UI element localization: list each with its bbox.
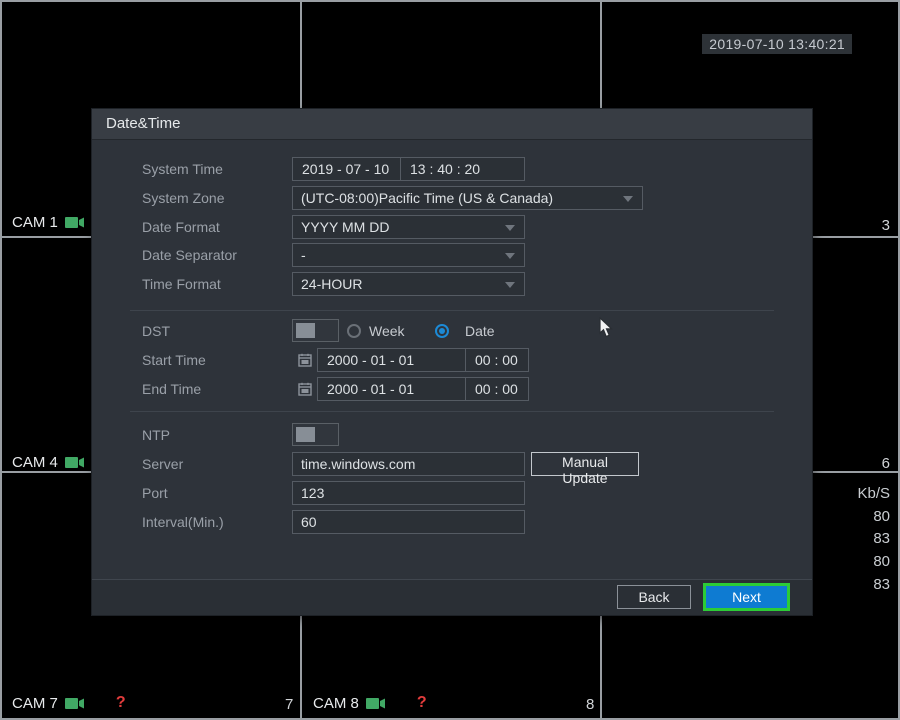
time-format-value: 24-HOUR: [301, 276, 363, 292]
camera-name: CAM 4: [12, 453, 58, 471]
back-button[interactable]: Back: [617, 585, 691, 609]
date-separator-select[interactable]: -: [292, 243, 525, 267]
camera-label-cam7: CAM 7 ?: [12, 694, 126, 712]
dst-date-label: Date: [465, 323, 495, 339]
system-time-label: System Time: [142, 161, 223, 177]
interval-label: Interval(Min.): [142, 514, 224, 530]
date-time-dialog: Date&Time System Time System Zone Date F…: [92, 109, 812, 615]
system-time-input[interactable]: 2019 - 07 - 10 13 : 40 : 20: [292, 157, 525, 181]
video-camera-icon: [64, 456, 84, 468]
manual-update-button[interactable]: Manual Update: [531, 452, 639, 486]
dst-week-radio[interactable]: [347, 324, 361, 338]
dst-start-time-input[interactable]: 2000 - 01 - 01 00 : 00: [317, 348, 529, 372]
calendar-icon: [298, 353, 312, 367]
end-time-label: End Time: [142, 381, 202, 397]
date-format-select[interactable]: YYYY MM DD: [292, 215, 525, 239]
next-button[interactable]: Next: [703, 583, 790, 611]
bitrate-panel: Kb/S 80 83 80 83: [857, 483, 890, 597]
toggle-knob: [296, 427, 315, 442]
ntp-server-input[interactable]: time.windows.com: [292, 452, 525, 476]
no-signal-icon: ?: [115, 694, 126, 711]
camera-name: CAM 1: [12, 213, 58, 231]
system-zone-value: (UTC-08:00)Pacific Time (US & Canada): [301, 190, 554, 206]
date-format-value: YYYY MM DD: [301, 219, 390, 235]
end-clock-value[interactable]: 00 : 00: [466, 381, 518, 397]
ntp-interval-input[interactable]: 60: [292, 510, 525, 534]
system-date-value[interactable]: 2019 - 07 - 10: [293, 161, 400, 177]
dst-date-radio[interactable]: [435, 324, 449, 338]
channel-number: 3: [881, 217, 890, 234]
start-date-value[interactable]: 2000 - 01 - 01: [318, 352, 465, 368]
start-time-label: Start Time: [142, 352, 206, 368]
dst-toggle[interactable]: [292, 319, 339, 342]
date-separator-value: -: [301, 247, 306, 263]
video-camera-icon: [64, 697, 84, 709]
system-clock-value[interactable]: 13 : 40 : 20: [401, 161, 480, 177]
server-label: Server: [142, 456, 184, 472]
dvr-screen: 2019-07-10 13:40:21 CAM 1 ? 3 CAM 4 ? 6 …: [0, 0, 900, 720]
start-clock-value[interactable]: 00 : 00: [466, 352, 518, 368]
ntp-label: NTP: [142, 427, 170, 443]
camera-name: CAM 7: [12, 694, 58, 712]
chevron-down-icon: [623, 196, 633, 202]
bitrate-header: Kb/S: [857, 485, 890, 502]
ntp-port-input[interactable]: 123: [292, 481, 525, 505]
bitrate-value: 83: [873, 575, 890, 593]
date-separator-label: Date Separator: [142, 247, 237, 263]
bitrate-value: 80: [873, 507, 890, 525]
system-timestamp: 2019-07-10 13:40:21: [702, 34, 852, 54]
dst-week-label: Week: [369, 323, 405, 339]
time-format-select[interactable]: 24-HOUR: [292, 272, 525, 296]
system-zone-label: System Zone: [142, 190, 225, 206]
video-camera-icon: [365, 697, 385, 709]
chevron-down-icon: [505, 253, 515, 259]
bitrate-value: 80: [873, 553, 890, 571]
channel-number: 7: [285, 696, 294, 713]
no-signal-icon: ?: [416, 694, 427, 711]
ntp-toggle[interactable]: [292, 423, 339, 446]
mouse-cursor: [599, 317, 614, 338]
dst-label: DST: [142, 323, 170, 339]
port-label: Port: [142, 485, 168, 501]
dst-end-time-input[interactable]: 2000 - 01 - 01 00 : 00: [317, 377, 529, 401]
bitrate-value: 83: [873, 530, 890, 548]
ntp-server-value[interactable]: time.windows.com: [293, 456, 415, 472]
calendar-icon: [298, 382, 312, 396]
video-camera-icon: [64, 216, 84, 228]
channel-number: 8: [586, 696, 595, 713]
toggle-knob: [296, 323, 315, 338]
channel-number: 6: [881, 455, 890, 472]
camera-name: CAM 8: [313, 694, 359, 712]
end-date-value[interactable]: 2000 - 01 - 01: [318, 381, 465, 397]
ntp-interval-value[interactable]: 60: [293, 514, 317, 530]
chevron-down-icon: [505, 282, 515, 288]
date-format-label: Date Format: [142, 219, 220, 235]
section-divider: [130, 411, 774, 412]
dialog-title: Date&Time: [92, 109, 812, 140]
section-divider: [130, 310, 774, 311]
time-format-label: Time Format: [142, 276, 221, 292]
ntp-port-value[interactable]: 123: [293, 485, 324, 501]
camera-label-cam8: CAM 8 ?: [313, 694, 427, 712]
system-zone-select[interactable]: (UTC-08:00)Pacific Time (US & Canada): [292, 186, 643, 210]
chevron-down-icon: [505, 225, 515, 231]
